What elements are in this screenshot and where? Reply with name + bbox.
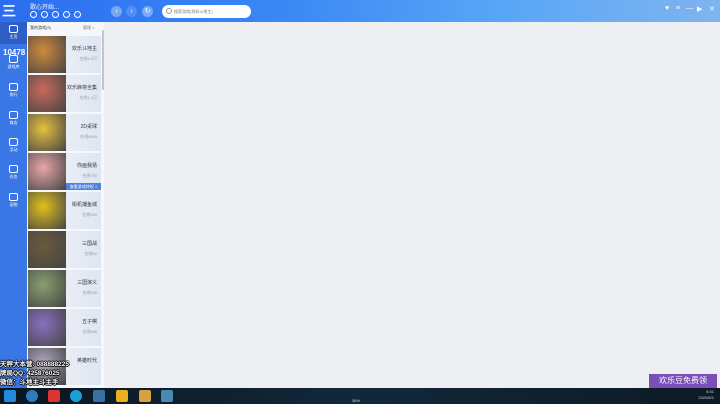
gift-icon [9,138,18,146]
trophy-icon [9,83,18,91]
game-list-item[interactable]: 五子棋在线668 [28,309,101,346]
overlay-line: 天秤大本营: 088888225 [0,361,70,368]
game-name: 三国演义 [76,280,97,286]
menu-icon[interactable]: ≡ [676,5,680,12]
promo-button[interactable]: 欢乐豆免费领 [649,374,717,388]
game-online-count: 在线1.2万 [79,95,97,100]
sidebar-item-label: 任务 [9,174,18,179]
sidebar-item-label: 排行 [9,92,18,97]
sidebar-item-label: 活动 [9,147,18,152]
chart-icon[interactable] [74,11,81,18]
sidebar-item-ranking[interactable]: 排行 [0,80,27,102]
home-icon [9,25,18,33]
play-icon[interactable]: ▶ [697,5,702,13]
bag-icon[interactable] [52,11,59,18]
sidebar: 10478 主页 游戏库 排行 商店 活动 任务 宠物 [0,22,27,388]
system-tray-clock[interactable]: 8:31 2020/6/1 [698,389,714,401]
sidebar-item-label: 主页 [9,34,18,39]
clock-icon[interactable] [41,11,48,18]
game-name: 欢乐麻将全集 [66,85,97,91]
manage-link[interactable]: 管理 > [83,25,94,31]
task-icon [9,165,18,173]
list-scrollbar[interactable] [102,30,104,90]
app-icon[interactable] [48,390,60,402]
g-app-icon[interactable] [116,390,128,402]
game-privilege-link[interactable]: 查看游戏特权 > [66,183,101,190]
game-thumbnail [28,153,66,190]
main-content [105,22,720,388]
refresh-button[interactable]: ↻ [142,6,153,17]
pinned-app-icon[interactable] [139,390,151,402]
sidebar-item-shop[interactable]: 商店 [0,108,27,130]
game-name: 你画我猜 [76,163,97,169]
overlay-line: 牌局QQ: 425876025 [0,370,60,377]
overlay-line: 微信：斗地主斗主手 [0,379,59,386]
favorite-icon[interactable]: ♥ [665,5,669,12]
title-bar: 三 歌心开始... ‹ › ↻ ♥ ≡ — ▶ ✕ [0,0,720,22]
game-list-item[interactable]: 三国演义在线335 [28,270,101,307]
game-name: 五子棋 [81,319,97,325]
windows-start-icon[interactable] [4,390,16,402]
search-input[interactable] [174,7,248,16]
game-thumbnail [28,114,66,151]
game-online-count: 在线4.6万 [79,56,97,61]
game-list-panel: 我的游戏(9) 管理 > 欢乐斗地主 在线4.6万 欢乐麻将全集 在线1.2万 2D桌球… [27,22,104,388]
mail-icon[interactable] [63,11,70,18]
stream-overlay: 天秤大本营: 088888225 牌局QQ: 425876025 微信：斗地主斗… [0,360,96,388]
game-thumbnail [28,309,66,346]
browser-icon[interactable] [26,390,38,402]
app-window: 三 歌心开始... ‹ › ↻ ♥ ≡ — ▶ ✕ 10478 主页 游戏库 [0,0,720,388]
back-button[interactable]: ‹ [111,6,122,17]
edge-icon[interactable] [70,390,82,402]
game-client-icon[interactable] [93,390,105,402]
sidebar-item-library[interactable]: 游戏库 [0,52,27,74]
game-online-count: 在线785 [82,173,97,178]
settings-icon[interactable] [30,11,37,18]
search-box[interactable] [162,5,251,18]
game-online-count: 在线9993 [80,134,97,139]
forward-button[interactable]: › [126,6,137,17]
game-list-item[interactable]: 街机捕鱼城在线359 [28,192,101,229]
game-name: 街机捕鱼城 [71,202,97,208]
quick-icons [30,11,81,18]
game-thumbnail [28,36,66,73]
game-list-item[interactable]: 2D桌球在线9993 [28,114,101,151]
game-list-header: 我的游戏(9) 管理 > [27,22,104,34]
taskbar: 36% 8:31 2020/6/1 [0,388,720,404]
game-thumbnail [28,231,66,268]
sidebar-item-label: 游戏库 [7,64,20,69]
app-logo: 三 [2,3,16,19]
game-online-count: 在线335 [82,290,97,295]
game-list-item[interactable]: 三国战在线92 [28,231,101,268]
game-name: 三国战 [81,241,97,247]
game-online-count: 在线359 [82,212,97,217]
sidebar-item-pets[interactable]: 宠物 [0,190,27,212]
game-online-count: 在线668 [82,329,97,334]
game-list-item[interactable]: 欢乐麻将全集在线1.2万 [28,75,101,112]
gamepad-icon [9,55,18,63]
game-thumbnail [28,270,66,307]
clock-date: 2020/6/1 [698,395,714,400]
game-name: 2D桌球 [80,124,97,130]
search-icon [166,8,172,14]
game-list-title: 我的游戏(9) [30,25,51,30]
sidebar-item-label: 商店 [9,120,18,125]
game-thumbnail [28,192,66,229]
game-list-item[interactable]: 你画我猜在线785 查看游戏特权 > [28,153,101,190]
game-list-item[interactable]: 欢乐斗地主在线4.6万 [28,36,101,73]
sidebar-item-label: 宠物 [9,202,18,207]
game-thumbnail [28,75,66,112]
game-online-count: 在线92 [84,251,97,256]
shop-icon [9,111,18,119]
sidebar-item-home[interactable]: 主页 [0,22,27,44]
pet-icon [9,193,18,201]
minimize-button[interactable]: — [686,5,693,12]
pinned-app-icon[interactable] [161,390,173,402]
window-title: 歌心开始... [30,5,60,11]
battery-percent: 36% [352,398,361,403]
close-button[interactable]: ✕ [709,5,715,13]
sidebar-item-events[interactable]: 活动 [0,135,27,157]
sidebar-item-tasks[interactable]: 任务 [0,162,27,184]
game-name: 欢乐斗地主 [71,46,97,52]
